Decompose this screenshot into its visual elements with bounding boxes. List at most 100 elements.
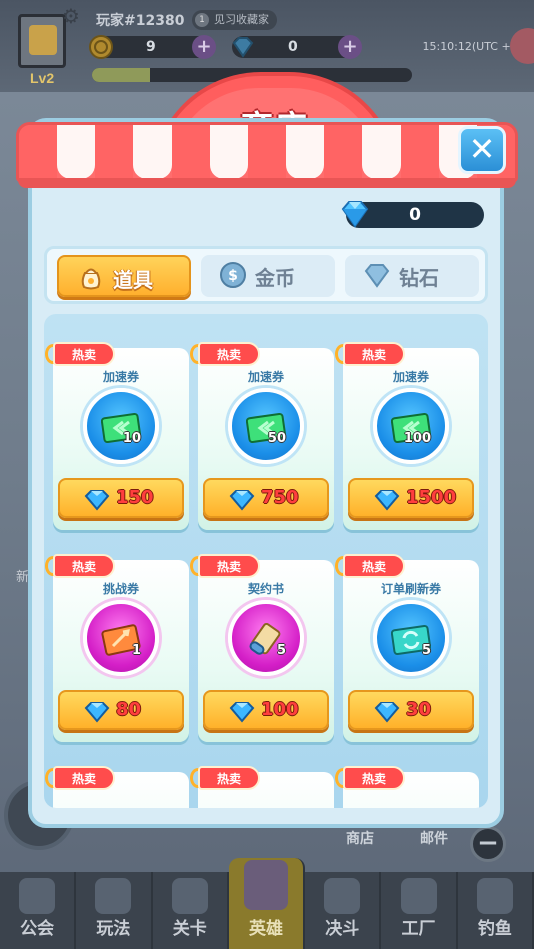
shop-item-card[interactable]: 热卖 契约书 5 100 bbox=[190, 554, 334, 742]
nav-label: 关卡 bbox=[172, 919, 207, 939]
shop-item-card[interactable]: 热卖 加速券 50 750 bbox=[190, 342, 334, 530]
buy-button[interactable]: 150 bbox=[58, 478, 184, 518]
hot-sale-tag: 热卖 bbox=[45, 766, 115, 792]
item-name: 契约书 bbox=[247, 582, 284, 596]
nav-guild[interactable]: 公会 bbox=[0, 872, 77, 949]
item-badge: 5 bbox=[373, 600, 449, 676]
item-badge: 1 bbox=[83, 600, 159, 676]
gem-value: 0 bbox=[288, 39, 298, 55]
awning-stripe bbox=[247, 125, 287, 179]
add-coins-button[interactable]: + bbox=[192, 35, 216, 59]
shop-item-card[interactable]: 热卖 订单刷新券 5 30 bbox=[335, 554, 479, 742]
hot-sale-tag: 热卖 bbox=[335, 554, 405, 580]
hot-sale-tag: 热卖 bbox=[45, 342, 115, 368]
hot-sale-tag: 热卖 bbox=[190, 342, 260, 368]
shop-modal: 商店 ✕ 0 道具 bbox=[16, 72, 518, 832]
hot-sale-tag: 热卖 bbox=[190, 554, 260, 580]
hot-sale-label: 热卖 bbox=[71, 772, 96, 786]
nav-label: 玩法 bbox=[96, 919, 131, 939]
gameplay-icon bbox=[95, 878, 132, 914]
shop-item-card[interactable]: 热卖 挑战券 1 80 bbox=[45, 554, 189, 742]
shop-item-card[interactable]: 热卖 加速券 10 150 bbox=[45, 342, 189, 530]
item-count: 5 bbox=[276, 643, 286, 658]
bag-icon bbox=[81, 268, 101, 290]
tab-label: 钻石 bbox=[399, 266, 439, 290]
buy-button[interactable]: 30 bbox=[348, 690, 474, 730]
shop-tabs: 道具 $ 金币 钻石 bbox=[44, 246, 488, 304]
buy-button[interactable]: 80 bbox=[58, 690, 184, 730]
factory-icon bbox=[400, 878, 437, 914]
close-button[interactable]: ✕ bbox=[458, 126, 506, 174]
gem-icon bbox=[364, 264, 390, 288]
tab-label: 道具 bbox=[113, 268, 153, 292]
fishing-icon bbox=[476, 878, 513, 914]
hot-sale-label: 热卖 bbox=[216, 772, 241, 786]
nav-heroes[interactable]: 英雄 bbox=[228, 858, 306, 949]
item-price: 750 bbox=[261, 487, 299, 508]
awning-lip bbox=[18, 178, 516, 188]
item-count: 100 bbox=[403, 431, 431, 446]
duel-icon bbox=[324, 878, 361, 914]
gem-icon bbox=[374, 490, 400, 511]
awning-stripe bbox=[362, 125, 401, 179]
coin-counter: 9 + bbox=[89, 35, 216, 59]
shop-item-card[interactable]: 热卖 bbox=[335, 766, 479, 808]
tab-gems[interactable]: 钻石 bbox=[345, 255, 479, 297]
gem-icon bbox=[84, 702, 110, 723]
shop-awning bbox=[16, 122, 518, 182]
awning-stripe bbox=[133, 125, 172, 179]
hero-icon bbox=[243, 860, 288, 910]
player-avatar[interactable] bbox=[18, 14, 66, 68]
gem-balance-value: 0 bbox=[409, 205, 421, 225]
shop-item-card[interactable]: 热卖 bbox=[190, 766, 334, 808]
tab-items[interactable]: 道具 bbox=[57, 255, 191, 297]
nav-gameplay[interactable]: 玩法 bbox=[76, 872, 153, 949]
item-badge: 10 bbox=[83, 388, 159, 464]
buy-button[interactable]: 100 bbox=[203, 690, 329, 730]
collector-label: 见习收藏家 bbox=[214, 13, 269, 26]
item-price: 1500 bbox=[406, 487, 457, 508]
item-price: 80 bbox=[116, 699, 142, 720]
nav-label: 决斗 bbox=[325, 919, 360, 939]
nav-levels[interactable]: 关卡 bbox=[153, 872, 229, 949]
item-name: 加速券 bbox=[392, 370, 429, 384]
add-gems-button[interactable]: + bbox=[338, 35, 362, 59]
item-badge: 50 bbox=[228, 388, 304, 464]
close-icon: ✕ bbox=[468, 130, 496, 168]
item-name: 加速券 bbox=[247, 370, 284, 384]
item-name: 订单刷新券 bbox=[380, 582, 441, 596]
awning-stripe bbox=[95, 125, 134, 179]
buy-button[interactable]: 1500 bbox=[348, 478, 474, 518]
nav-factory[interactable]: 工厂 bbox=[381, 872, 458, 949]
item-name: 加速券 bbox=[102, 370, 139, 384]
nav-label: 公会 bbox=[20, 919, 55, 939]
buy-button[interactable]: 750 bbox=[203, 478, 329, 518]
svg-text:$: $ bbox=[228, 268, 238, 284]
player-name: 玩家#12380 bbox=[96, 13, 185, 29]
shop-item-card[interactable]: 热卖 bbox=[45, 766, 189, 808]
tab-label: 金币 bbox=[255, 266, 295, 290]
nav-fishing[interactable]: 钓鱼 bbox=[458, 872, 534, 949]
coin-icon bbox=[89, 35, 113, 59]
hot-sale-tag: 热卖 bbox=[45, 554, 115, 580]
profile-bubble[interactable] bbox=[510, 28, 534, 64]
item-price: 30 bbox=[406, 699, 432, 720]
nav-duel[interactable]: 决斗 bbox=[305, 872, 382, 949]
item-count: 50 bbox=[267, 431, 286, 446]
awning-stripe bbox=[19, 125, 58, 179]
gear-icon[interactable]: ⚙ bbox=[62, 5, 84, 27]
item-count: 1 bbox=[131, 643, 141, 658]
item-price: 100 bbox=[261, 699, 299, 720]
nav-label: 英雄 bbox=[248, 919, 283, 939]
hot-sale-label: 热卖 bbox=[361, 348, 386, 362]
gem-counter: 0 + bbox=[232, 35, 362, 59]
collector-level: 1 bbox=[195, 13, 209, 27]
awning-stripe bbox=[400, 125, 439, 179]
hot-sale-tag: 热卖 bbox=[335, 342, 405, 368]
awning-stripe bbox=[57, 125, 96, 179]
awning-stripe bbox=[286, 125, 325, 179]
level-icon bbox=[171, 878, 208, 914]
tab-coins[interactable]: $ 金币 bbox=[201, 255, 335, 297]
collector-badge[interactable]: 1 见习收藏家 bbox=[192, 10, 277, 30]
shop-item-card[interactable]: 热卖 加速券 100 1500 bbox=[335, 342, 479, 530]
